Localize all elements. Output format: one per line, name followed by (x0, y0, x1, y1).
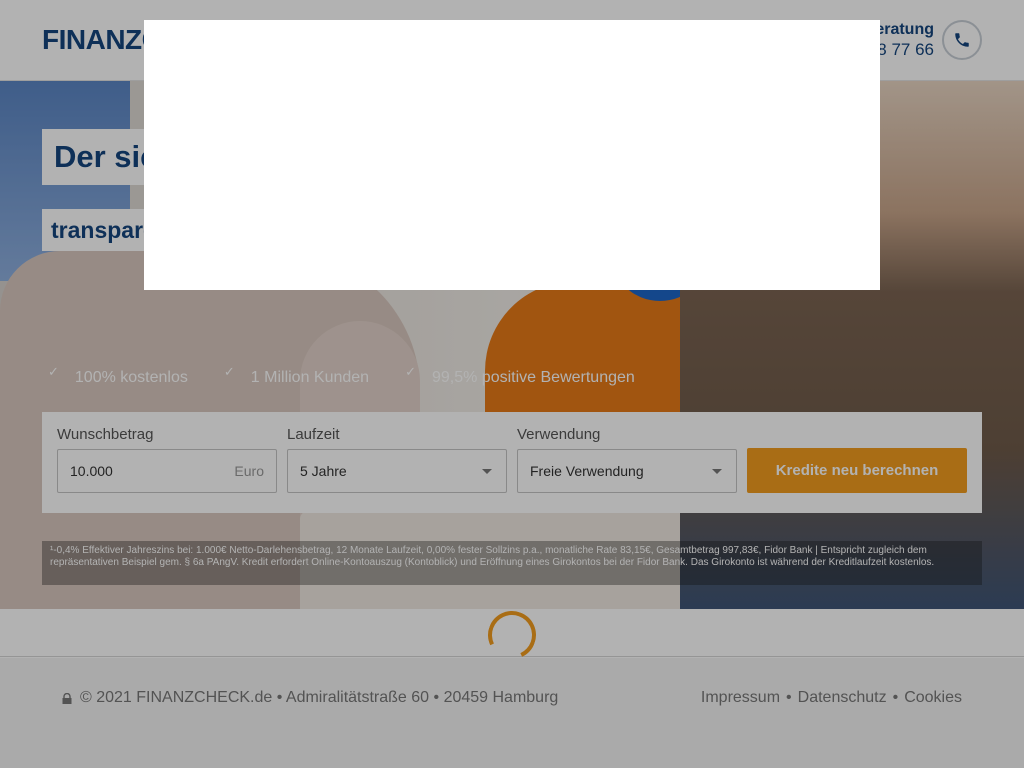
modal-dialog (144, 20, 880, 290)
